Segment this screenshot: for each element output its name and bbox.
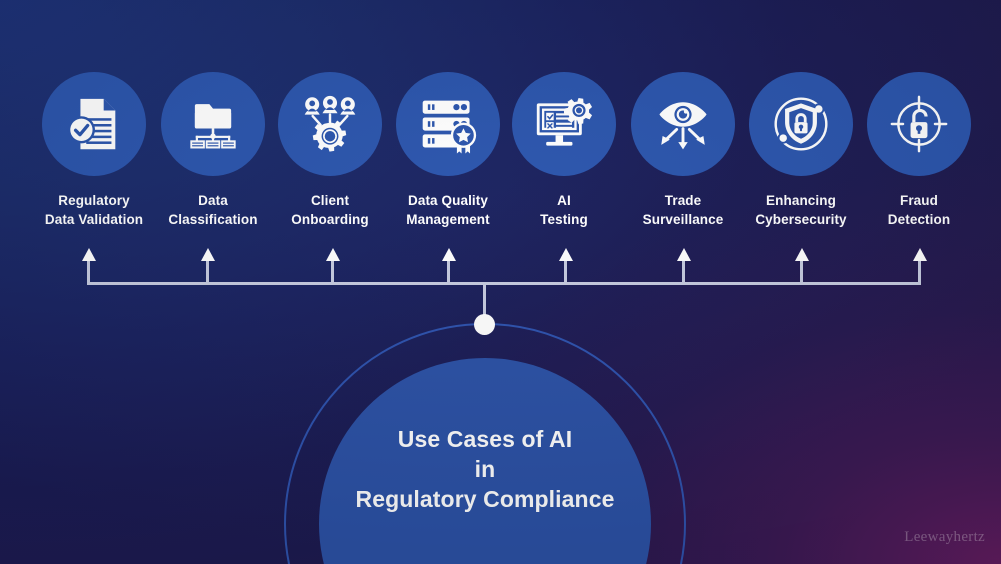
eye-arrows-icon [659, 102, 707, 150]
icon-badge-data-classification[interactable] [161, 72, 265, 176]
icon-badge-fraud-detection[interactable] [867, 72, 971, 176]
use-case-item-fraud-detection[interactable]: Fraud Detection [849, 72, 989, 229]
icon-badge-regulatory-data-validation[interactable] [42, 72, 146, 176]
document-check-icon [67, 98, 116, 150]
users-gear-icon [304, 95, 356, 152]
icon-badge-enhancing-cybersecurity[interactable] [749, 72, 853, 176]
shield-lock-orbit-icon [774, 97, 828, 151]
use-case-label-fraud-detection: Fraud Detection [887, 193, 951, 227]
monitor-checklist-gear-icon [536, 98, 593, 146]
icon-badge-client-onboarding[interactable] [278, 72, 382, 176]
use-case-columns: Regulatory Data Validation Data Classifi… [0, 0, 1001, 564]
icon-badge-data-quality-management[interactable] [396, 72, 500, 176]
folder-hierarchy-icon [190, 104, 236, 149]
icon-badge-trade-surveillance[interactable] [631, 72, 735, 176]
unlocked-padlock-target-icon [890, 95, 948, 153]
server-badge-icon [422, 100, 477, 154]
infographic-canvas: Use Cases of AI in Regulatory Compliance… [0, 0, 1001, 564]
watermark: Leewayhertz [904, 529, 985, 545]
icon-badge-ai-testing[interactable] [512, 72, 616, 176]
